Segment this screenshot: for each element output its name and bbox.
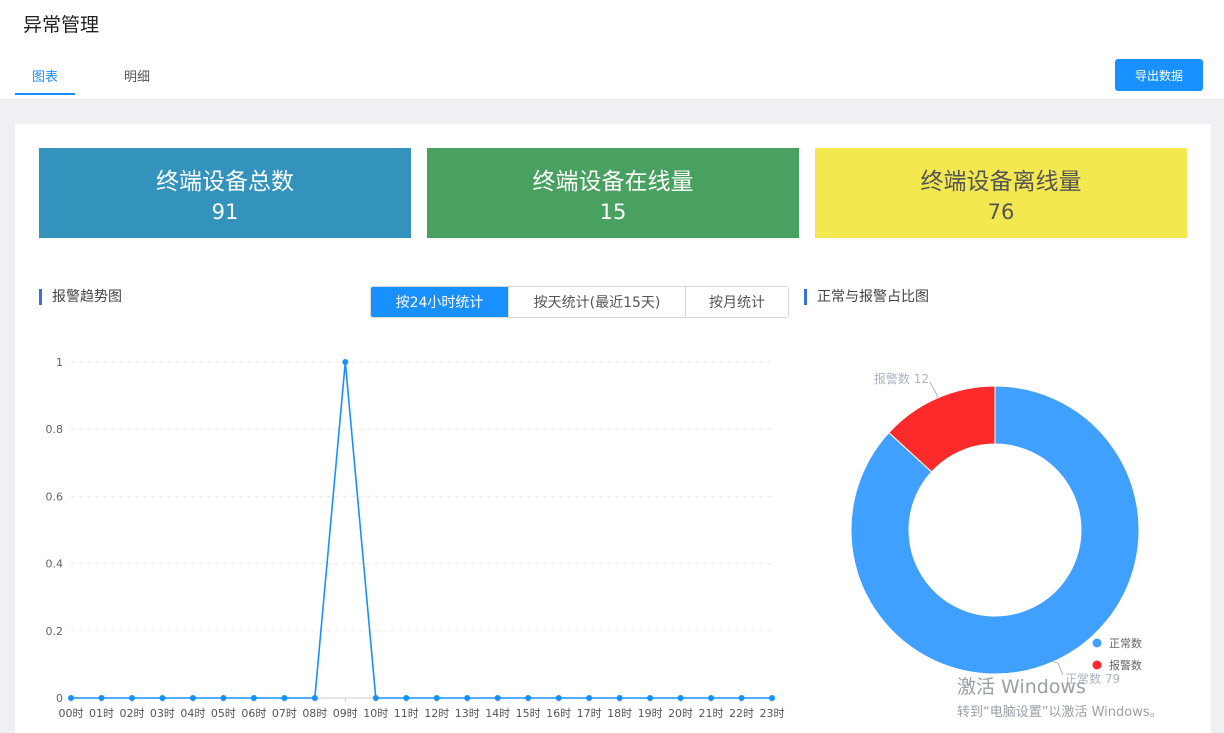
x-tick-label: 01时 [89, 707, 114, 720]
stat-label: 终端设备总数 [156, 169, 294, 195]
stat-value: 15 [599, 200, 627, 224]
data-point [342, 359, 349, 365]
legend-swatch [1092, 660, 1102, 670]
stat-period-selector: 按24小时统计 按天统计(最近15天) 按月统计 [370, 286, 789, 318]
x-tick-label: 09时 [333, 707, 358, 720]
data-point [433, 695, 440, 701]
data-point [128, 695, 135, 701]
stat-value: 91 [211, 200, 239, 224]
data-point [769, 695, 775, 701]
period-24h-button[interactable]: 按24小时统计 [371, 287, 508, 317]
data-point [647, 695, 654, 701]
x-tick-label: 12时 [424, 707, 449, 720]
stat-card-offline: 终端设备离线量 76 [815, 148, 1187, 238]
x-tick-label: 04时 [180, 707, 205, 720]
x-tick-label: 22时 [729, 707, 754, 720]
legend-label: 正常数 [1109, 637, 1142, 650]
windows-activation-watermark: 激活 Windows 转到“电脑设置”以激活 Windows。 [957, 672, 1163, 720]
y-tick-label: 1 [56, 356, 63, 369]
x-tick-label: 06时 [241, 707, 266, 720]
data-point [586, 695, 593, 701]
data-point [555, 695, 562, 701]
data-point [98, 695, 105, 701]
y-tick-label: 0.6 [46, 490, 64, 503]
data-point [738, 695, 745, 701]
watermark-line-1: 激活 Windows [957, 676, 1086, 698]
period-monthly-button[interactable]: 按月统计 [685, 287, 788, 317]
data-point [250, 695, 257, 701]
ratio-chart-title: 正常与报警占比图 [804, 289, 929, 305]
data-point [220, 695, 227, 701]
data-point [189, 695, 196, 701]
stat-card-online: 终端设备在线量 15 [427, 148, 799, 238]
data-point [677, 695, 684, 701]
page-title: 异常管理 [23, 14, 100, 36]
slice-label: 报警数 12 [874, 371, 929, 386]
x-tick-label: 03时 [150, 707, 175, 720]
data-point [464, 695, 471, 701]
tab-detail[interactable]: 明细 [107, 66, 167, 85]
alarm-trend-line-chart: 0 0.2 0.4 0.6 0.8 1 00时 01时 02时 03时 04时 05时 06时 07时 08… [46, 356, 785, 720]
x-tick-label: 19时 [638, 707, 663, 720]
slice-label-leader [929, 381, 938, 399]
x-tick-label: 15时 [516, 707, 541, 720]
x-tick-label: 17时 [577, 707, 602, 720]
stat-card-total: 终端设备总数 91 [39, 148, 411, 238]
legend-swatch [1092, 638, 1102, 648]
data-point [311, 695, 318, 701]
x-tick-label: 07时 [272, 707, 297, 720]
x-tick-label: 08时 [302, 707, 327, 720]
x-tick-label: 23时 [760, 707, 785, 720]
data-point [494, 695, 501, 701]
x-tick-label: 11时 [394, 707, 419, 720]
stat-label: 终端设备离线量 [920, 169, 1082, 195]
trend-chart-title: 报警趋势图 [39, 289, 122, 305]
export-data-button[interactable]: 导出数据 [1115, 59, 1203, 91]
data-point [708, 695, 715, 701]
x-tick-label: 13时 [455, 707, 480, 720]
normal-alarm-donut-chart: 正常数 79报警数 12正常数报警数 [850, 371, 1142, 686]
data-point [372, 695, 379, 701]
data-point [281, 695, 288, 701]
data-point [616, 695, 623, 701]
x-tick-label: 18时 [607, 707, 632, 720]
stat-label: 终端设备在线量 [532, 169, 694, 195]
page-header: 异常管理 图表 明细 导出数据 [0, 0, 1224, 100]
y-tick-label: 0.8 [46, 423, 64, 436]
x-tick-label: 00时 [59, 707, 84, 720]
data-point [403, 695, 410, 701]
x-tick-label: 20时 [668, 707, 693, 720]
y-tick-label: 0.4 [46, 558, 64, 571]
tab-chart[interactable]: 图表 [15, 66, 75, 85]
data-point [68, 695, 74, 701]
x-tick-label: 02时 [119, 707, 144, 720]
y-tick-label: 0 [56, 692, 63, 705]
data-point [525, 695, 532, 701]
x-tick-label: 14时 [485, 707, 510, 720]
alarm-series-line [71, 361, 772, 699]
active-tab-indicator [15, 93, 75, 95]
data-point [159, 695, 166, 701]
legend-label: 报警数 [1109, 658, 1142, 672]
watermark-line-2: 转到“电脑设置”以激活 Windows。 [957, 705, 1163, 720]
x-tick-label: 16时 [546, 707, 571, 720]
y-tick-label: 0.2 [46, 625, 64, 638]
x-tick-label: 05时 [211, 707, 236, 720]
x-tick-label: 21时 [699, 707, 724, 720]
x-tick-label: 10时 [363, 707, 388, 720]
period-15-days-button[interactable]: 按天统计(最近15天) [508, 287, 685, 317]
stat-value: 76 [987, 200, 1015, 224]
